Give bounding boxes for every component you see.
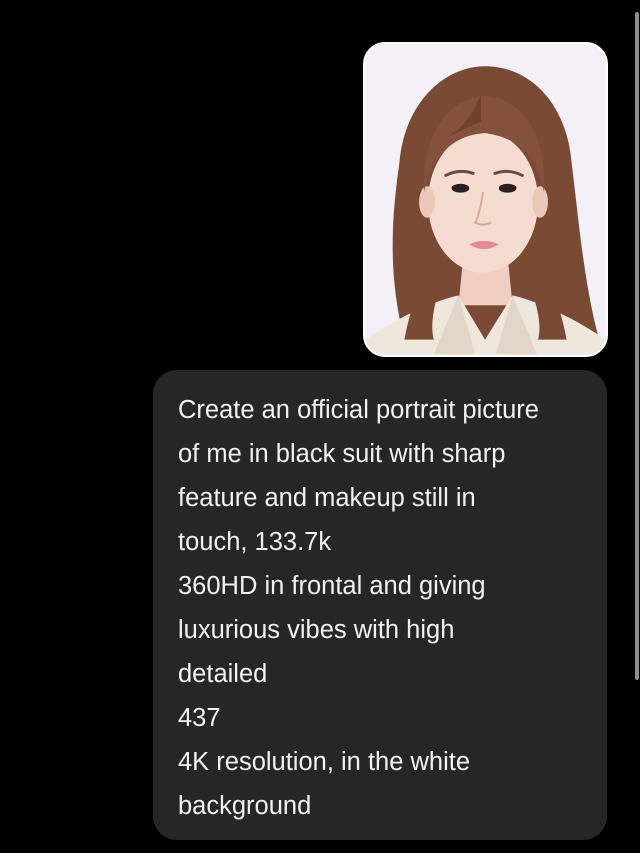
message-line: detailed	[178, 660, 268, 688]
message-line: 437	[178, 704, 221, 732]
portrait-photo-image	[365, 44, 606, 355]
message-line: of me in black suit with sharp	[178, 440, 506, 468]
chat-conversation: Create an official portrait picture of m…	[0, 0, 640, 853]
message-line: 360HD in frontal and giving	[178, 572, 486, 600]
scrollbar-thumb[interactable]	[635, 12, 639, 680]
portrait-photo-attachment[interactable]	[363, 42, 608, 357]
message-line: background	[178, 792, 312, 820]
message-line: luxurious vibes with high	[178, 616, 455, 644]
message-line: Create an official portrait picture	[178, 396, 539, 424]
scrollbar[interactable]	[634, 0, 640, 853]
message-line: 4K resolution, in the white	[178, 748, 471, 776]
message-line: touch, 133.7k	[178, 528, 332, 556]
message-line: feature and makeup still in	[178, 484, 476, 512]
user-message-bubble[interactable]: Create an official portrait picture of m…	[153, 370, 607, 840]
